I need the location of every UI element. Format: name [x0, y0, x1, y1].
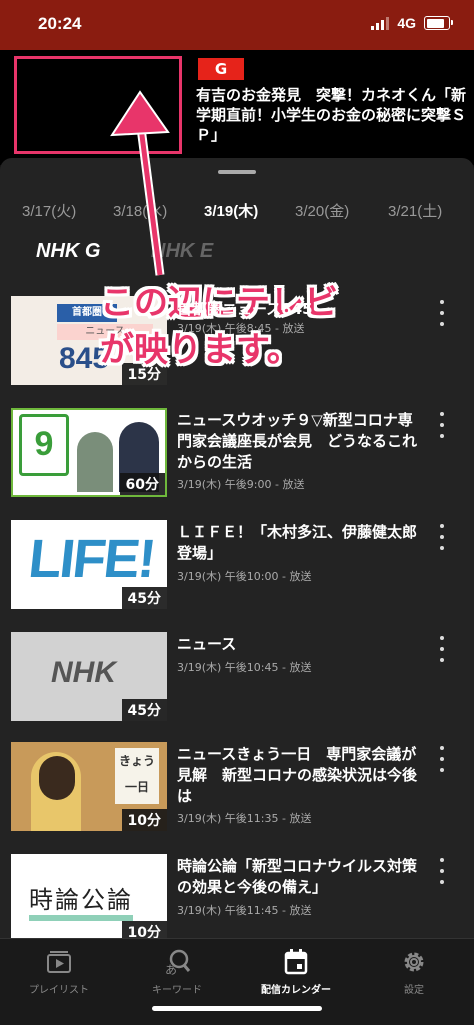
program-item[interactable]: 9 60分 ニュースウオッチ９▽新型コロナ専門家会議座長が会見 どうなるこれから…	[0, 408, 474, 518]
now-playing-panel: G 有吉のお金発見 突撃！カネオくん「新学期直前！小学生のお金の秘密に突撃ＳＰ」	[0, 50, 474, 165]
channel-badge: G	[198, 58, 244, 80]
program-thumbnail: NHK 45分	[11, 632, 167, 721]
channel-selector: NHK G NHK E	[0, 240, 474, 270]
program-meta: 3/19(木) 午後9:00 - 放送	[177, 478, 305, 491]
program-title: ニュースきょう一日 専門家会議が見解 新型コロナの感染状況は今後は	[177, 745, 418, 805]
more-options-icon[interactable]	[438, 412, 446, 438]
program-title: ニュースウオッチ９▽新型コロナ専門家会議座長が会見 どうなるこれからの生活	[177, 411, 418, 471]
more-options-icon[interactable]	[438, 524, 446, 550]
thumb-logo-text: LIFE!	[25, 529, 158, 589]
status-time: 20:24	[38, 14, 82, 33]
tab-label: 設定	[404, 985, 424, 996]
program-title: ＬＩＦＥ！「木村多江、伊藤健太郎 登場」	[177, 523, 433, 562]
playlist-icon	[0, 947, 118, 977]
keyword-search-icon: あ	[118, 947, 236, 977]
date-selector: 3/17(火) 3/18(水) 3/19(木) 3/20(金) 3/21(土)	[0, 200, 474, 224]
tab-playlist[interactable]: プレイリスト	[0, 947, 118, 996]
program-title: 時論公論「新型コロナウイルス対策の効果と今後の備え」	[177, 857, 418, 896]
signal-icon	[371, 16, 390, 30]
program-title: ニュース	[177, 635, 237, 653]
date-tab[interactable]: 3/17(火)	[22, 200, 76, 221]
duration-badge: 10分	[121, 921, 167, 938]
program-item[interactable]: NHK 45分 ニュース 3/19(木) 午後10:45 - 放送	[0, 632, 474, 742]
tab-keyword[interactable]: あ キーワード	[118, 947, 236, 996]
tab-label: プレイリスト	[29, 985, 89, 996]
program-meta: 3/19(木) 午後11:35 - 放送	[177, 812, 312, 825]
program-item[interactable]: LIFE! 45分 ＬＩＦＥ！「木村多江、伊藤健太郎 登場」 3/19(木) 午…	[0, 520, 474, 630]
tab-label: 配信カレンダー	[261, 985, 331, 996]
program-meta: 3/19(木) 午後11:45 - 放送	[177, 904, 312, 917]
annotation-text: この辺にテレビ が映ります。	[100, 280, 400, 374]
video-player[interactable]	[14, 56, 182, 154]
duration-badge: 10分	[121, 809, 167, 831]
sheet-handle[interactable]	[218, 170, 256, 174]
now-playing-title: 有吉のお金発見 突撃！カネオくん「新学期直前！小学生のお金の秘密に突撃ＳＰ」	[196, 86, 467, 144]
more-options-icon[interactable]	[438, 858, 446, 884]
duration-badge: 45分	[121, 699, 167, 721]
duration-badge: 60分	[119, 473, 165, 495]
more-options-icon[interactable]	[438, 636, 446, 662]
tab-label: キーワード	[152, 985, 202, 996]
program-thumbnail: きょう一日 10分	[11, 742, 167, 831]
program-item[interactable]: 時論公論 10分 時論公論「新型コロナウイルス対策の効果と今後の備え」 3/19…	[0, 854, 474, 938]
more-options-icon[interactable]	[438, 746, 446, 772]
date-tab[interactable]: 3/21(土)	[388, 200, 442, 221]
date-tab-selected[interactable]: 3/19(木)	[204, 200, 258, 221]
program-meta: 3/19(木) 午後10:00 - 放送	[177, 570, 312, 583]
program-meta: 3/19(木) 午後10:45 - 放送	[177, 661, 312, 674]
duration-badge: 45分	[121, 587, 167, 609]
tab-bar: プレイリスト あ キーワード 配信カレンダー 設定	[0, 938, 474, 1025]
calendar-icon	[237, 947, 355, 977]
annotation-line-2: が映ります。	[100, 330, 301, 370]
program-thumbnail: 9 60分	[11, 408, 167, 497]
program-sheet: 3/17(火) 3/18(水) 3/19(木) 3/20(金) 3/21(土) …	[0, 158, 474, 938]
tab-settings[interactable]: 設定	[355, 947, 473, 996]
battery-icon	[424, 16, 453, 30]
program-thumbnail: 時論公論 10分	[11, 854, 167, 938]
date-tab[interactable]: 3/20(金)	[295, 200, 349, 221]
program-item[interactable]: きょう一日 10分 ニュースきょう一日 専門家会議が見解 新型コロナの感染状況は…	[0, 742, 474, 852]
more-options-icon[interactable]	[438, 300, 446, 326]
home-indicator[interactable]	[152, 1006, 322, 1011]
status-icons: 4G	[371, 15, 453, 31]
program-title: 首都圏ニュース845	[177, 300, 313, 318]
thumb-logo-text: NHK	[51, 656, 116, 689]
gear-icon	[355, 947, 473, 977]
thumb-logo-text: きょう一日	[115, 748, 159, 804]
channel-tab-nhk-g[interactable]: NHK G	[36, 240, 100, 263]
tab-calendar[interactable]: 配信カレンダー	[237, 947, 355, 996]
status-bar: 20:24 4G	[0, 0, 474, 50]
date-tab[interactable]: 3/18(水)	[113, 200, 167, 221]
thumb-logo-text: 時論公論	[29, 880, 133, 921]
network-type: 4G	[397, 15, 416, 31]
svg-text:あ: あ	[165, 963, 177, 976]
program-thumbnail: LIFE! 45分	[11, 520, 167, 609]
channel-tab-nhk-e[interactable]: NHK E	[151, 240, 213, 263]
